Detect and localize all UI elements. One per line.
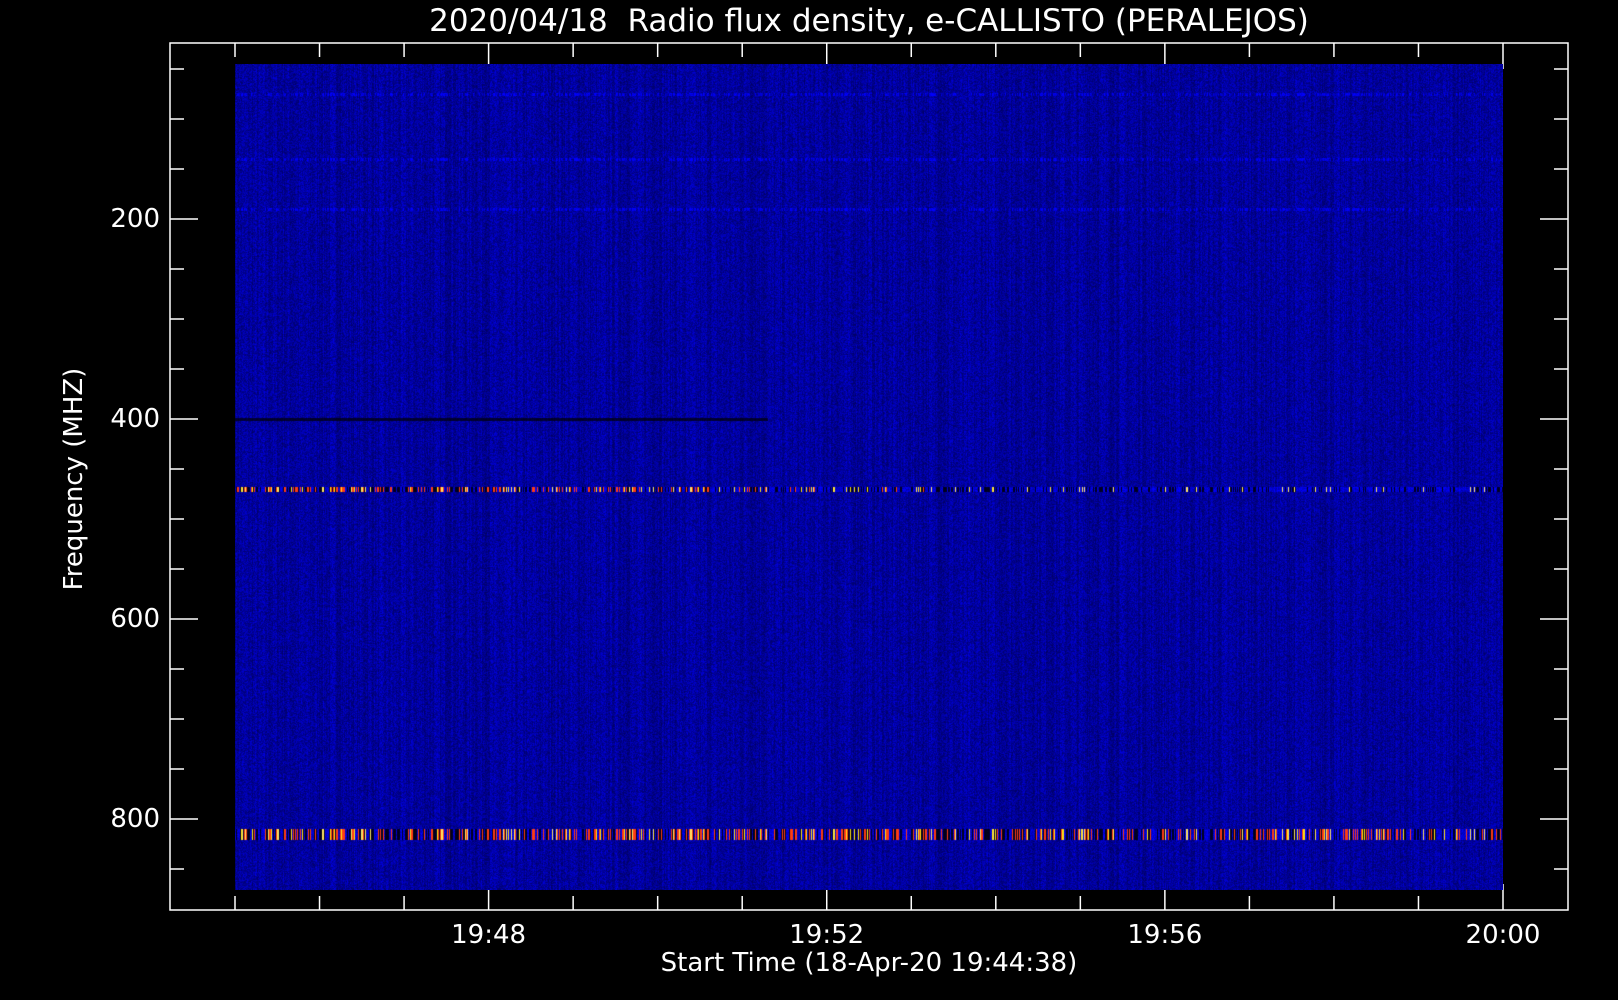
y-tick-label: 800 [110,804,160,834]
spectrogram-image [235,64,1503,890]
y-axis-label: Frequency (MHZ) [59,367,89,591]
chart-title: 2020/04/18 Radio flux density, e-CALLIST… [429,3,1309,39]
y-tick-label: 200 [110,204,160,234]
y-tick-label: 600 [110,604,160,634]
x-tick-label: 19:56 [1127,920,1203,950]
x-tick-label: 19:48 [451,920,527,950]
x-tick-label: 19:52 [789,920,865,950]
x-axis-label: Start Time (18-Apr-20 19:44:38) [660,948,1078,978]
x-tick-label: 20:00 [1465,920,1541,950]
